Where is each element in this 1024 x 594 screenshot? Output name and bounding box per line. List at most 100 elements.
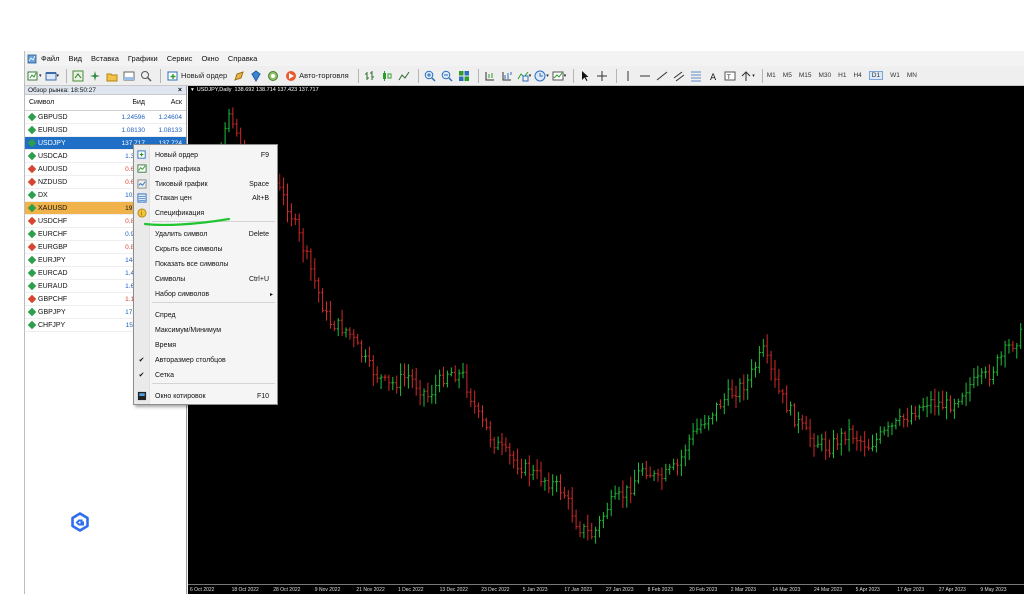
price-bar <box>590 522 594 540</box>
line-chart-icon[interactable] <box>397 68 411 84</box>
price-bar <box>1011 340 1015 352</box>
symbol-name: USDJPY <box>38 139 66 147</box>
equidistant-channel-icon[interactable] <box>672 68 686 84</box>
bar-chart-icon[interactable] <box>363 68 377 84</box>
menu-item-symbol-sets[interactable]: Набор символов ▸ <box>134 287 277 301</box>
menu-item-high-low[interactable]: Максимум/Минимум <box>134 323 277 337</box>
timeframe-m1[interactable]: M1 <box>767 72 776 79</box>
price-chart[interactable] <box>188 86 1024 584</box>
price-bar <box>555 475 559 493</box>
market-watch-icon[interactable] <box>71 68 85 84</box>
column-ask[interactable]: Аск <box>147 99 185 106</box>
svg-text:A: A <box>710 73 717 82</box>
new-chart-icon[interactable]: ▾ <box>27 68 42 84</box>
timeframe-mn[interactable]: MN <box>907 72 917 79</box>
terminal-icon[interactable] <box>122 68 136 84</box>
price-bar <box>921 397 925 412</box>
auto-scroll-icon[interactable] <box>483 68 497 84</box>
strategy-tester-icon[interactable] <box>139 68 153 84</box>
candlestick-chart-icon[interactable] <box>380 68 394 84</box>
price-bar <box>746 374 750 400</box>
menu-item-auto-arrange-columns[interactable]: ✔ Авторазмер столбцов <box>134 353 277 367</box>
chart-ohlc: 138.692 138.714 137.423 137.717 <box>234 87 319 93</box>
menu-file[interactable]: Файл <box>41 54 59 63</box>
menu-item-symbols[interactable]: Символы Ctrl+U <box>134 272 277 286</box>
timeframe-m5[interactable]: M5 <box>783 72 792 79</box>
zoom-in-icon[interactable] <box>423 68 437 84</box>
menu-window[interactable]: Окно <box>201 54 218 63</box>
column-symbol[interactable]: Символ <box>25 99 107 106</box>
cursor-icon[interactable] <box>578 68 592 84</box>
navigator-icon[interactable] <box>105 68 119 84</box>
autotrading-button[interactable]: Авто-торговля <box>283 68 351 84</box>
menu-item-depth-of-market[interactable]: Стакан цен Alt+B <box>134 191 277 205</box>
horizontal-line-icon[interactable] <box>638 68 652 84</box>
periods-icon[interactable]: ▾ <box>534 68 549 84</box>
toolbar-separator <box>616 68 618 83</box>
menu-item-time[interactable]: Время <box>134 338 277 352</box>
price-bar <box>574 509 578 530</box>
tile-windows-icon[interactable] <box>457 68 471 84</box>
price-bar <box>231 107 235 129</box>
menu-item-label: Время <box>155 341 177 349</box>
close-icon[interactable]: × <box>178 86 182 95</box>
price-bar <box>609 489 613 517</box>
menu-tools[interactable]: Сервис <box>167 54 193 63</box>
symbol-row-eurusd[interactable]: EURUSD 1.08130 1.08133 <box>25 124 186 137</box>
date-label: 23 Dec 2022 <box>481 587 510 593</box>
signals-icon[interactable] <box>266 68 280 84</box>
menu-help[interactable]: Справка <box>228 54 257 63</box>
column-bid[interactable]: Бид <box>107 99 147 106</box>
menu-item-tick-chart[interactable]: Тиковый график Space <box>134 177 277 191</box>
bid-cell: 1.24596 <box>121 113 146 121</box>
timeframe-d1[interactable]: D1 <box>868 71 884 80</box>
zoom-out-icon[interactable] <box>440 68 454 84</box>
menu-item-spread[interactable]: Спред <box>134 308 277 322</box>
print-icon[interactable] <box>249 68 263 84</box>
symbol-row-gbpusd[interactable]: GBPUSD 1.24596 1.24604 <box>25 111 186 124</box>
menu-item-show-all-symbols[interactable]: Показать все символы <box>134 257 277 271</box>
menu-view[interactable]: Вид <box>68 54 82 63</box>
timeframe-h1[interactable]: H1 <box>838 72 846 79</box>
profiles-icon[interactable]: ▾ <box>45 68 59 84</box>
text-label-icon[interactable]: T <box>723 68 737 84</box>
menu-item-delete-symbol[interactable]: Удалить символ Delete <box>134 227 277 241</box>
menu-item-chart-window[interactable]: Окно графика <box>134 162 277 176</box>
trendline-icon[interactable] <box>655 68 669 84</box>
menu-item-shortcut: Ctrl+U <box>248 275 269 283</box>
menu-item-quotes-window[interactable]: Окно котировок F10 <box>134 389 277 403</box>
price-bar <box>855 430 859 451</box>
chart-shift-icon[interactable] <box>500 68 514 84</box>
symbol-name: AUDUSD <box>38 165 68 173</box>
price-bar <box>508 442 512 465</box>
timeframe-w1[interactable]: W1 <box>890 72 900 79</box>
menu-item-label: Набор символов <box>155 290 210 298</box>
symbol-name: USDCAD <box>38 152 68 160</box>
arrows-icon[interactable]: ▾ <box>740 68 755 84</box>
templates-icon[interactable]: ▾ <box>552 68 566 84</box>
new-order-button[interactable]: Новый ордер <box>165 68 229 84</box>
price-bar <box>972 368 976 389</box>
menu-insert[interactable]: Вставка <box>91 54 119 63</box>
crosshair-icon[interactable] <box>595 68 609 84</box>
menu-item-grid[interactable]: ✔ Сетка <box>134 368 277 382</box>
indicators-icon[interactable]: ▾ <box>517 68 531 84</box>
data-window-icon[interactable] <box>88 68 102 84</box>
menu-item-hide-all-symbols[interactable]: Скрыть все символы <box>134 242 277 256</box>
price-bar <box>773 359 777 388</box>
metaeditor-icon[interactable] <box>232 68 246 84</box>
price-bar <box>289 203 293 227</box>
vertical-line-icon[interactable] <box>621 68 635 84</box>
timeframe-m30[interactable]: M30 <box>818 72 831 79</box>
timeframe-h4[interactable]: H4 <box>853 72 861 79</box>
price-bar <box>625 485 629 508</box>
chart-window[interactable]: ▾ USDJPY,Daily 138.692 138.714 137.423 1… <box>188 86 1024 594</box>
menu-charts[interactable]: Графики <box>128 54 158 63</box>
menu-item-new-order[interactable]: Новый ордер F9 <box>134 148 277 162</box>
symbol-diamond-icon <box>27 307 37 317</box>
text-tool-icon[interactable]: A <box>706 68 720 84</box>
fibonacci-icon[interactable] <box>689 68 703 84</box>
timeframe-m15[interactable]: M15 <box>799 72 812 79</box>
date-label: 27 Apr 2023 <box>938 587 966 593</box>
price-bar <box>824 431 828 460</box>
